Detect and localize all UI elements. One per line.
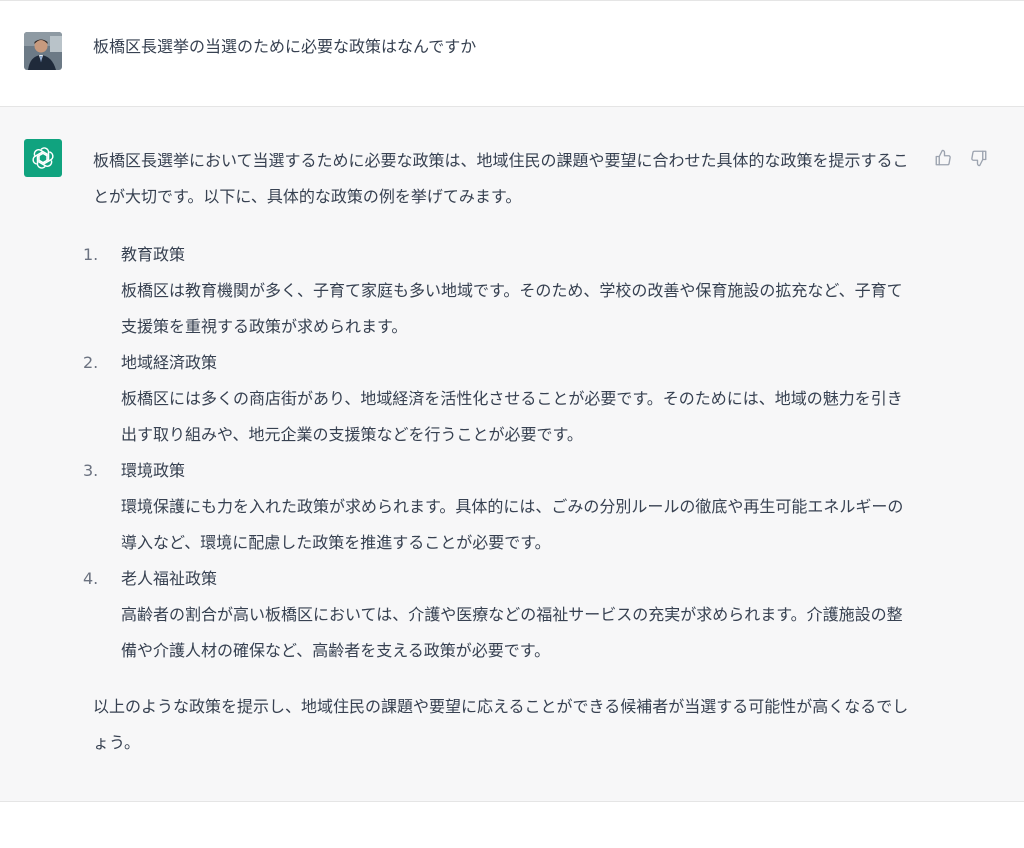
list-item: 1. 教育政策 板橋区は教育機関が多く、子育て家庭も多い地域です。そのため、学校… [83,237,918,345]
list-item-title: 教育政策 [121,245,186,264]
user-avatar [24,32,62,70]
user-message-row: 板橋区長選挙の当選のために必要な政策はなんですか [0,0,1024,107]
list-item-number: 1. [83,245,99,264]
list-item-number: 4. [83,569,99,588]
thumbs-down-icon [971,150,987,167]
list-item-body: 高齢者の割合が高い板橋区においては、介護や医療などの福祉サービスの充実が求められ… [121,605,903,660]
list-item-number: 3. [83,461,99,480]
thumbs-up-icon [935,149,951,166]
policy-list: 1. 教育政策 板橋区は教育機関が多く、子育て家庭も多い地域です。そのため、学校… [83,237,918,669]
list-item-title: 地域経済政策 [121,353,218,372]
thumbs-down-button[interactable] [968,147,990,169]
assistant-conclusion-paragraph: 以上のような政策を提示し、地域住民の課題や要望に応えることができる候補者が当選す… [93,697,909,752]
assistant-message-row: 板橋区長選挙において当選するために必要な政策は、地域住民の課題や要望に合わせた具… [0,107,1024,802]
thumbs-up-button[interactable] [932,147,954,169]
list-item-number: 2. [83,353,99,372]
list-item-body: 板橋区には多くの商店街があり、地域経済を活性化させることが必要です。そのためには… [121,389,903,444]
user-message-text: 板橋区長選挙の当選のために必要な政策はなんですか [93,37,477,56]
openai-logo-icon [24,139,62,177]
list-item-title: 環境政策 [121,461,186,480]
list-item-body: 環境保護にも力を入れた政策が求められます。具体的には、ごみの分別ルールの徹底や再… [121,497,904,552]
list-item: 2. 地域経済政策 板橋区には多くの商店街があり、地域経済を活性化させることが必… [83,345,918,453]
list-item: 3. 環境政策 環境保護にも力を入れた政策が求められます。具体的には、ごみの分別… [83,453,918,561]
assistant-intro-paragraph: 板橋区長選挙において当選するために必要な政策は、地域住民の課題や要望に合わせた具… [93,151,909,206]
list-item-title: 老人福祉政策 [121,569,218,588]
chat-page: 板橋区長選挙の当選のために必要な政策はなんですか 板橋区長選挙において当選するた… [0,0,1024,848]
list-item: 4. 老人福祉政策 高齢者の割合が高い板橋区においては、介護や医療などの福祉サー… [83,561,918,669]
assistant-message-content: 板橋区長選挙において当選するために必要な政策は、地域住民の課題や要望に合わせた具… [83,143,918,761]
feedback-buttons [932,147,990,169]
list-item-body: 板橋区は教育機関が多く、子育て家庭も多い地域です。そのため、学校の改善や保育施設… [121,281,903,336]
